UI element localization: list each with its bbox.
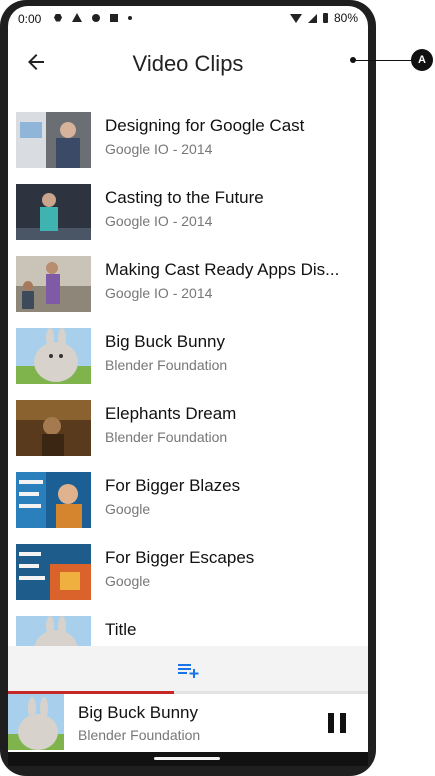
video-thumbnail (16, 256, 91, 312)
video-subtitle: Google (105, 573, 151, 589)
video-thumbnail (16, 184, 91, 240)
video-thumbnail (16, 616, 91, 646)
video-subtitle: Google (105, 501, 151, 517)
list-item[interactable]: Designing for Google Cast Google IO - 20… (8, 110, 368, 182)
list-item[interactable]: Title (8, 614, 368, 646)
queue-bar (8, 646, 368, 691)
signal-icon (307, 13, 317, 23)
video-thumbnail (16, 112, 91, 168)
screen: 0:00 80% Video Clips Designing for Googl… (8, 6, 368, 766)
playlist-add-icon[interactable] (176, 658, 200, 682)
video-subtitle: Google IO - 2014 (105, 213, 213, 229)
battery-level: 80% (333, 11, 358, 25)
system-icons: 80% (289, 11, 358, 25)
video-title: For Bigger Blazes (105, 476, 241, 495)
pause-icon (340, 713, 346, 733)
list-item[interactable]: For Bigger Escapes Google (8, 542, 368, 614)
callout-badge: A (411, 49, 433, 71)
app-bar: Video Clips (8, 30, 368, 94)
pause-button[interactable] (322, 708, 352, 738)
video-subtitle: Google IO - 2014 (105, 285, 213, 301)
video-subtitle: Blender Foundation (105, 357, 228, 373)
video-title: Title (105, 620, 137, 639)
video-title: For Bigger Escapes (105, 548, 255, 567)
list-item[interactable]: Big Buck Bunny Blender Foundation (8, 326, 368, 398)
list-item[interactable]: Making Cast Ready Apps Dis... Google IO … (8, 254, 368, 326)
pause-icon (328, 713, 334, 733)
list-item[interactable]: Casting to the Future Google IO - 2014 (8, 182, 368, 254)
video-subtitle: Blender Foundation (105, 429, 228, 445)
video-title: Designing for Google Cast (105, 116, 305, 135)
video-title: Making Cast Ready Apps Dis... (105, 260, 340, 279)
mini-controller-title: Big Buck Bunny (78, 703, 199, 722)
wifi-icon (289, 13, 302, 23)
video-title: Casting to the Future (105, 188, 264, 207)
notification-icon (54, 13, 62, 22)
page-title: Video Clips (132, 51, 244, 76)
notification-icon (92, 13, 100, 22)
video-subtitle: Google IO - 2014 (105, 141, 213, 157)
video-thumbnail (16, 400, 91, 456)
home-handle[interactable] (154, 757, 220, 760)
video-title: Elephants Dream (105, 404, 237, 423)
video-list[interactable]: Designing for Google Cast Google IO - 20… (8, 110, 368, 646)
list-item[interactable]: For Bigger Blazes Google (8, 470, 368, 542)
video-title: Big Buck Bunny (105, 332, 226, 351)
notification-icons (54, 13, 132, 22)
device-frame: 0:00 80% Video Clips Designing for Googl… (0, 0, 376, 776)
more-notifications-icon (128, 15, 132, 20)
navigation-bar (8, 752, 368, 766)
status-time: 0:00 (18, 12, 42, 26)
video-thumbnail (16, 472, 91, 528)
notification-icon (110, 13, 118, 22)
status-bar: 0:00 80% (8, 6, 368, 30)
video-thumbnail (16, 328, 91, 384)
callout-line (353, 60, 411, 61)
notification-icon (72, 13, 82, 22)
mini-controller-subtitle: Blender Foundation (78, 727, 201, 743)
list-item[interactable]: Elephants Dream Blender Foundation (8, 398, 368, 470)
video-thumbnail (16, 544, 91, 600)
mini-controller-thumbnail (8, 694, 64, 750)
battery-icon (322, 13, 328, 23)
